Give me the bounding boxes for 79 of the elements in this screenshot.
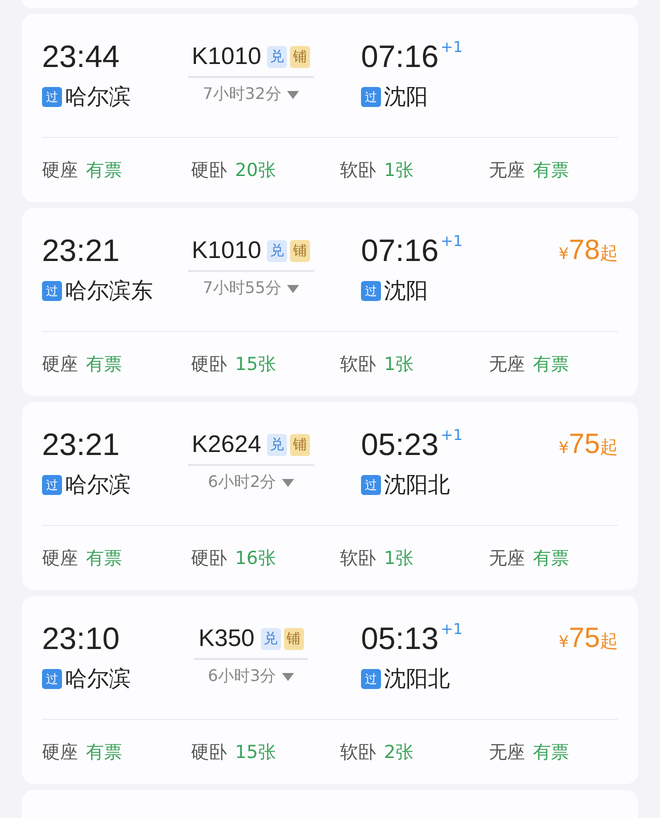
station-name: 沈阳: [384, 84, 428, 112]
price: ¥75起: [558, 427, 618, 460]
day-offset: +1: [440, 620, 463, 638]
train-number: K1010: [192, 43, 262, 71]
seat-availability: 1张: [384, 159, 414, 182]
station-name: 哈尔滨: [65, 666, 131, 694]
departure-time: 23:21: [42, 232, 120, 270]
train-tag: 兑: [267, 434, 288, 456]
arrival-time: 07:16: [361, 232, 439, 270]
price: ¥78起: [558, 233, 618, 266]
station-name: 哈尔滨: [65, 84, 131, 112]
seat-availability: 15张: [235, 741, 276, 764]
seat-availability: 1张: [384, 547, 414, 570]
departure-time: 23:44: [42, 38, 120, 76]
seat-availability: 1张: [384, 353, 414, 376]
seat-type: 硬卧: [191, 353, 227, 376]
train-tag: 兑: [267, 240, 288, 262]
seat-availability: 20张: [235, 159, 276, 182]
day-offset: +1: [440, 426, 463, 444]
seat-availability: 有票: [533, 547, 569, 570]
seat-type: 无座: [489, 741, 525, 764]
day-offset: +1: [440, 38, 463, 56]
station-name: 沈阳: [384, 278, 428, 306]
pass-tag: 过: [361, 281, 381, 301]
station-name: 沈阳北: [384, 666, 450, 694]
station-name: 哈尔滨东: [65, 278, 153, 306]
seat-type: 软卧: [340, 353, 376, 376]
station-name: 沈阳北: [384, 472, 450, 500]
seat-availability: 有票: [533, 353, 569, 376]
caret-icon: [282, 672, 294, 680]
pass-tag: 过: [42, 475, 62, 495]
pass-tag: 过: [361, 87, 381, 107]
pass-tag: 过: [361, 475, 381, 495]
seat-availability: 有票: [533, 159, 569, 182]
departure-time: 23:10: [42, 620, 120, 658]
seat-type: 硬座: [42, 741, 78, 764]
seat-type: 硬座: [42, 353, 78, 376]
pass-tag: 过: [361, 669, 381, 689]
train-tag: 兑: [260, 628, 281, 650]
seat-type: 软卧: [340, 547, 376, 570]
seat-type: 无座: [489, 547, 525, 570]
pass-tag: 过: [42, 669, 62, 689]
train-tag: 铺: [290, 240, 310, 262]
caret-icon: [282, 478, 294, 486]
arrival-time: 05:23: [361, 426, 439, 464]
train-tag: 兑: [267, 46, 288, 68]
pass-tag: 过: [42, 87, 62, 107]
seat-availability: 15张: [235, 353, 276, 376]
price: ¥75起: [558, 621, 618, 654]
caret-icon: [287, 284, 300, 292]
seat-type: 无座: [489, 353, 525, 376]
arrival-time: 05:13: [361, 620, 439, 658]
seat-type: 软卧: [340, 741, 376, 764]
train-tag: 铺: [290, 434, 310, 456]
train-number: K1010: [192, 237, 262, 265]
seat-availability: 有票: [86, 353, 122, 376]
arrival-time: 07:16: [361, 38, 439, 76]
train-tag: 铺: [284, 628, 304, 650]
seat-type: 硬卧: [191, 741, 227, 764]
seat-type: 硬座: [42, 159, 78, 182]
seat-availability: 有票: [533, 741, 569, 764]
seat-type: 硬座: [42, 547, 78, 570]
seat-availability: 有票: [86, 741, 122, 764]
seat-availability: 16张: [235, 547, 276, 570]
departure-time: 23:21: [42, 426, 120, 464]
pass-tag: 过: [42, 281, 62, 301]
seat-availability: 有票: [86, 159, 122, 182]
day-offset: +1: [440, 232, 463, 250]
seat-type: 硬卧: [191, 547, 227, 570]
seat-type: 硬卧: [191, 159, 227, 182]
train-number: K350: [198, 625, 255, 653]
train-number: K2624: [192, 431, 262, 459]
seat-type: 软卧: [340, 159, 376, 182]
seat-availability: 2张: [384, 741, 414, 764]
station-name: 哈尔滨: [65, 472, 131, 500]
seat-availability: 有票: [86, 547, 122, 570]
train-tag: 铺: [290, 46, 310, 68]
seat-type: 无座: [489, 159, 525, 182]
caret-icon: [287, 90, 300, 98]
